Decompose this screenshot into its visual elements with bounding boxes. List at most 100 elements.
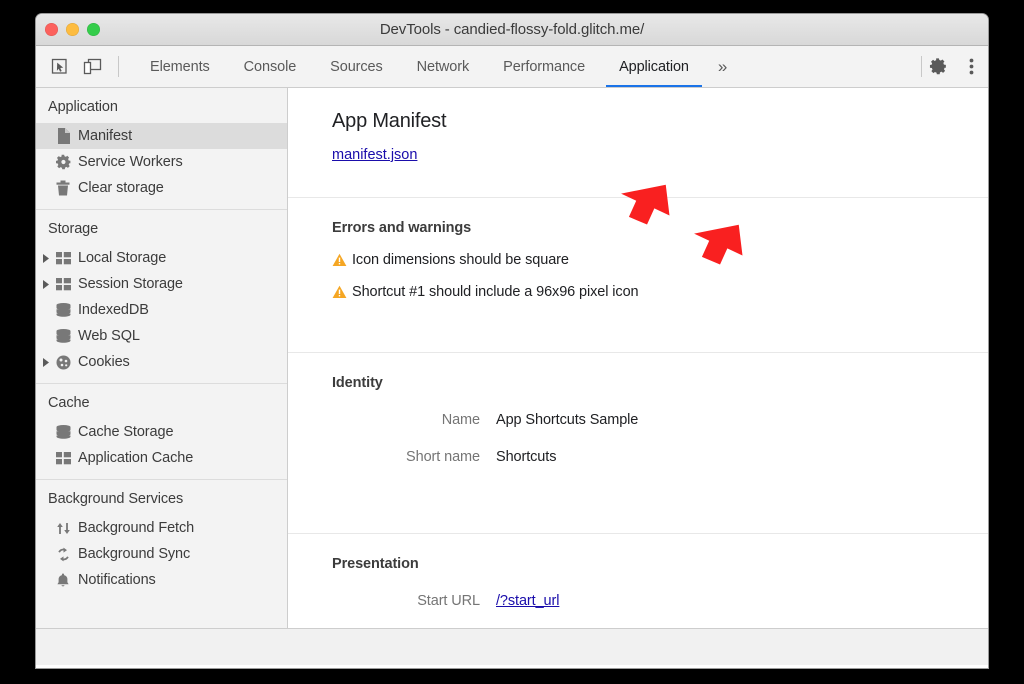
table-icon (56, 252, 78, 265)
document-icon (56, 128, 78, 144)
sidebar-item-label: Notifications (78, 572, 156, 588)
more-tabs-button[interactable]: » (706, 46, 739, 87)
sidebar-item-label: Clear storage (78, 180, 164, 196)
warning-text: Icon dimensions should be square (352, 252, 569, 268)
screenshot-root: DevTools - candied-flossy-fold.glitch.me… (0, 0, 1024, 684)
sidebar-item-web-sql[interactable]: Web SQL (36, 323, 287, 349)
sidebar-item-label: Background Sync (78, 546, 190, 562)
sidebar-item-session-storage[interactable]: Session Storage (36, 271, 287, 297)
tab-application[interactable]: Application (602, 46, 706, 87)
sidebar-item-notifications[interactable]: Notifications (36, 567, 287, 593)
tab-label: Network (417, 59, 469, 75)
sidebar-item-label: Local Storage (78, 250, 166, 266)
sidebar-item-service-workers[interactable]: Service Workers (36, 149, 287, 175)
section-heading: Identity (332, 375, 988, 391)
database-icon (56, 329, 78, 343)
sidebar-item-application-cache[interactable]: Application Cache (36, 445, 287, 471)
sidebar-item-background-sync[interactable]: Background Sync (36, 541, 287, 567)
warning-item: Icon dimensions should be square (332, 252, 988, 268)
tab-sources[interactable]: Sources (313, 46, 400, 87)
warning-triangle-icon (332, 253, 352, 267)
devtools-statusbar (36, 628, 988, 665)
warning-triangle-icon (332, 285, 352, 299)
sidebar-section-cache: Cache Cache Storage Application Cac (36, 384, 287, 480)
sidebar-item-label: Manifest (78, 128, 132, 144)
sidebar-item-label: Background Fetch (78, 520, 194, 536)
field-start-url: Start URL /?start_url (332, 593, 988, 609)
field-label: Start URL (332, 593, 496, 609)
tab-label: Application (619, 59, 689, 75)
chevron-right-icon[interactable] (42, 254, 56, 263)
tab-label: Sources (330, 59, 383, 75)
database-icon (56, 303, 78, 317)
field-short-name: Short name Shortcuts (332, 449, 988, 465)
sidebar-item-label: Cookies (78, 354, 130, 370)
manifest-header-section: App Manifest manifest.json (288, 88, 988, 198)
sidebar-item-background-fetch[interactable]: Background Fetch (36, 515, 287, 541)
devtools-toolbar: Elements Console Sources Network Perform… (36, 46, 988, 88)
device-toolbar-icon[interactable] (76, 46, 109, 87)
sidebar-section-application: Application Manifest Service Worker (36, 88, 287, 210)
application-sidebar: Application Manifest Service Worker (36, 88, 288, 628)
section-heading: Presentation (332, 556, 988, 572)
database-icon (56, 425, 78, 439)
tab-performance[interactable]: Performance (486, 46, 602, 87)
table-icon (56, 452, 78, 465)
arrows-up-down-icon (56, 521, 78, 536)
sidebar-section-title: Background Services (36, 480, 287, 515)
manifest-panel: App Manifest manifest.json Errors and wa… (288, 88, 988, 628)
tab-elements[interactable]: Elements (133, 46, 227, 87)
tab-label: Elements (150, 59, 210, 75)
sidebar-item-local-storage[interactable]: Local Storage (36, 245, 287, 271)
sidebar-section-storage: Storage Local Storage (36, 210, 287, 384)
sidebar-item-cookies[interactable]: Cookies (36, 349, 287, 375)
window-title: DevTools - candied-flossy-fold.glitch.me… (36, 21, 988, 38)
gear-icon (56, 154, 78, 170)
manifest-json-link[interactable]: manifest.json (332, 147, 417, 163)
chevron-right-icon[interactable] (42, 280, 56, 289)
errors-and-warnings-section: Errors and warnings Icon dimensions shou… (288, 220, 988, 353)
devtools-tabs: Elements Console Sources Network Perform… (133, 46, 739, 87)
sidebar-section-background-services: Background Services Background Fetch (36, 480, 287, 601)
devtools-body: Application Manifest Service Worker (36, 88, 988, 628)
page-title: App Manifest (332, 110, 988, 133)
inspect-element-icon[interactable] (43, 46, 76, 87)
warning-text: Shortcut #1 should include a 96x96 pixel… (352, 284, 639, 300)
sidebar-item-cache-storage[interactable]: Cache Storage (36, 419, 287, 445)
toolbar-divider (118, 56, 119, 77)
field-value: Shortcuts (496, 449, 556, 465)
warnings-list: Icon dimensions should be square Shortcu… (332, 252, 988, 300)
sidebar-item-indexeddb[interactable]: IndexedDB (36, 297, 287, 323)
toolbar-right-group (921, 46, 988, 87)
warning-item: Shortcut #1 should include a 96x96 pixel… (332, 284, 988, 300)
trash-icon (56, 180, 78, 196)
start-url-link[interactable]: /?start_url (496, 593, 559, 609)
cookie-icon (56, 355, 78, 370)
tab-console[interactable]: Console (227, 46, 314, 87)
sync-icon (56, 547, 78, 562)
identity-section: Identity Name App Shortcuts Sample Short… (288, 375, 988, 534)
tab-network[interactable]: Network (400, 46, 486, 87)
sidebar-item-label: Service Workers (78, 154, 183, 170)
sidebar-section-title: Application (36, 88, 287, 123)
gear-icon[interactable] (922, 46, 955, 87)
sidebar-item-label: Cache Storage (78, 424, 173, 440)
field-name: Name App Shortcuts Sample (332, 412, 988, 428)
sidebar-item-clear-storage[interactable]: Clear storage (36, 175, 287, 201)
window-titlebar: DevTools - candied-flossy-fold.glitch.me… (36, 14, 988, 46)
tab-label: Performance (503, 59, 585, 75)
sidebar-item-label: Session Storage (78, 276, 183, 292)
sidebar-item-label: Application Cache (78, 450, 193, 466)
sidebar-item-manifest[interactable]: Manifest (36, 123, 287, 149)
bell-icon (56, 573, 78, 588)
chevron-right-icon[interactable] (42, 358, 56, 367)
presentation-section: Presentation Start URL /?start_url Theme… (288, 556, 988, 628)
more-vertical-icon[interactable] (955, 46, 988, 87)
sidebar-section-title: Cache (36, 384, 287, 419)
section-heading: Errors and warnings (332, 220, 988, 236)
table-icon (56, 278, 78, 291)
sidebar-item-label: Web SQL (78, 328, 140, 344)
sidebar-section-title: Storage (36, 210, 287, 245)
devtools-window: DevTools - candied-flossy-fold.glitch.me… (36, 14, 988, 668)
tab-label: Console (244, 59, 297, 75)
